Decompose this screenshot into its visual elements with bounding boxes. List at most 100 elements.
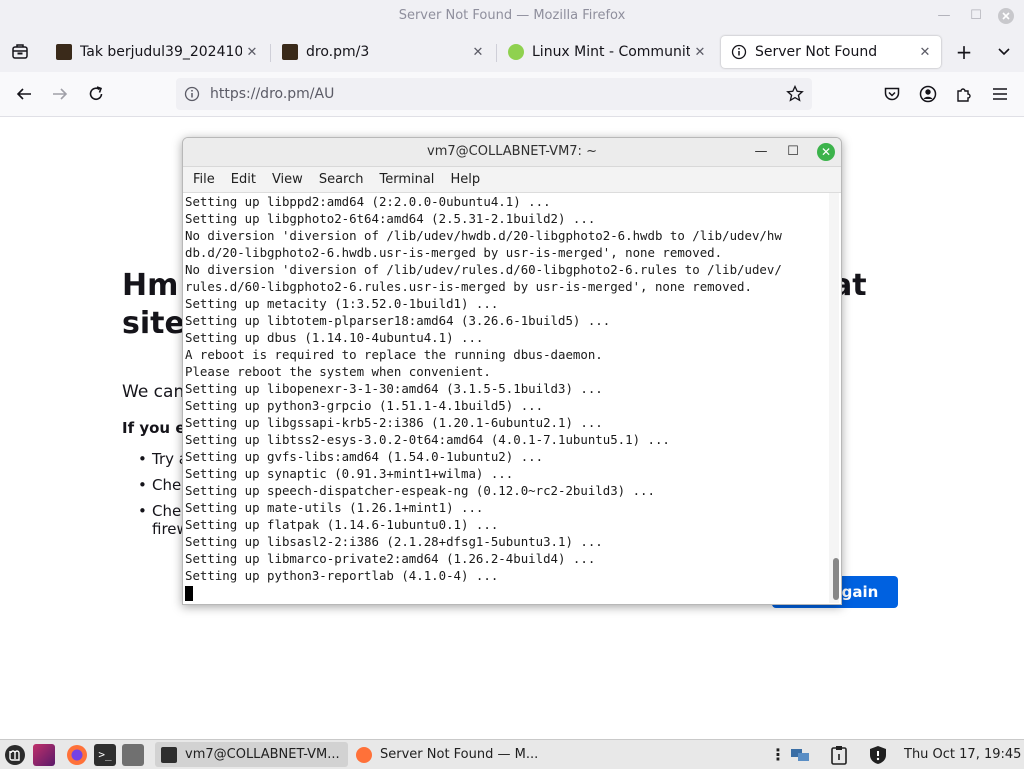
image-file-icon [282, 44, 298, 60]
terminal-line: Setting up libtss2-esys-3.0.2-0t64:amd64… [185, 432, 670, 447]
tab-linux-mint-community[interactable]: Linux Mint - Community ✕ [498, 36, 716, 68]
firefox-view-icon[interactable] [8, 40, 32, 64]
menu-view[interactable]: View [264, 172, 311, 187]
maximize-button[interactable]: ☐ [964, 0, 988, 32]
error-title-fragment: Hm [122, 268, 179, 303]
window-titlebar: Server Not Found — Mozilla Firefox — ☐ [0, 0, 1024, 32]
terminal-prompt-line[interactable] [185, 584, 825, 601]
back-icon[interactable] [12, 82, 36, 106]
error-description: We can [122, 382, 185, 402]
tab-tak-berjudul[interactable]: Tak berjudul39_2024101 ✕ [46, 36, 268, 68]
error-suggestions: Try a Chec Chec firew [122, 450, 189, 546]
linux-mint-icon [508, 44, 524, 60]
terminal-line: Setting up libppd2:amd64 (2:2.0.0-0ubunt… [185, 194, 551, 209]
menu-terminal[interactable]: Terminal [371, 172, 442, 187]
close-tab-icon[interactable]: ✕ [468, 45, 488, 60]
tab-label: Server Not Found [755, 44, 878, 60]
mint-menu-icon[interactable] [4, 742, 26, 767]
tab-label: Linux Mint - Community [532, 44, 690, 60]
close-tab-icon[interactable]: ✕ [915, 45, 935, 60]
files-launcher-icon[interactable] [122, 742, 144, 767]
reload-icon[interactable] [84, 82, 108, 106]
account-icon[interactable] [916, 82, 940, 106]
tab-label: dro.pm/3 [306, 44, 370, 60]
tab-dro-pm-3[interactable]: dro.pm/3 ✕ [272, 36, 494, 68]
info-icon[interactable] [184, 86, 200, 102]
close-window-button[interactable] [994, 0, 1018, 32]
terminal-line: Setting up libopenexr-3-1-30:amd64 (3.1.… [185, 381, 603, 396]
clipboard-icon[interactable] [830, 742, 848, 767]
terminal-line: Setting up python3-grpcio (1.51.1-4.1bui… [185, 398, 544, 413]
hamburger-menu-icon[interactable] [988, 82, 1012, 106]
terminal-line: Setting up python3-reportlab (4.1.0-4) .… [185, 568, 499, 583]
error-title-fragment: site [122, 306, 185, 341]
terminal-scrollbar[interactable] [829, 193, 839, 603]
terminal-line: Setting up synaptic (0.91.3+mint1+wilma)… [185, 466, 514, 481]
tab-separator [496, 44, 497, 62]
network-icon[interactable] [790, 742, 810, 767]
terminal-line: Setting up libgssapi-krb5-2:i386 (1.20.1… [185, 415, 603, 430]
minimize-button[interactable]: — [932, 0, 956, 32]
address-bar[interactable]: https://dro.pm/AU [176, 78, 812, 110]
terminal-cursor [185, 586, 193, 601]
tab-server-not-found[interactable]: Server Not Found ✕ [721, 36, 941, 68]
terminal-line: Setting up metacity (1:3.52.0-1build1) .… [185, 296, 499, 311]
menu-help[interactable]: Help [442, 172, 488, 187]
list-item: firew [122, 520, 189, 546]
close-tab-icon[interactable]: ✕ [690, 45, 710, 60]
clock[interactable]: Thu Oct 17, 19:45 [904, 742, 1021, 767]
error-hint-heading: If you e [122, 419, 186, 437]
terminal-line: No diversion 'diversion of /lib/udev/rul… [185, 262, 782, 277]
terminal-line: No diversion 'diversion of /lib/udev/hwd… [185, 228, 782, 243]
list-item: Chec [122, 476, 189, 502]
menu-file[interactable]: File [185, 172, 223, 187]
shield-icon[interactable] [868, 742, 888, 767]
terminal-line: rules.d/60-libgphoto2-6.rules.usr-is-mer… [185, 279, 752, 294]
task-terminal[interactable]: vm7@COLLABNET-VM... [155, 742, 348, 767]
terminal-line: Setting up dbus (1.14.10-4ubuntu4.1) ... [185, 330, 484, 345]
task-firefox[interactable]: Server Not Found — M... [350, 742, 546, 767]
terminal-line: Setting up libgphoto2-6t64:amd64 (2.5.31… [185, 211, 596, 226]
terminal-line: A reboot is required to replace the runn… [185, 347, 603, 362]
terminal-line: Setting up libsasl2-2:i386 (2.1.28+dfsg1… [185, 534, 603, 549]
terminal-line: Setting up speech-dispatcher-espeak-ng (… [185, 483, 655, 498]
task-label: Server Not Found — M... [380, 747, 539, 762]
show-desktop-icon[interactable] [33, 742, 55, 767]
terminal-menubar: File Edit View Search Terminal Help [183, 167, 841, 193]
terminal-minimize-icon[interactable]: — [751, 142, 771, 162]
taskbar: >_ vm7@COLLABNET-VM... Server Not Found … [0, 739, 1024, 769]
terminal-window[interactable]: vm7@COLLABNET-VM7: ~ — ☐ ✕ File Edit Vie… [182, 137, 842, 605]
bookmark-star-icon[interactable] [786, 84, 804, 107]
terminal-line: Setting up libmarco-private2:amd64 (1.26… [185, 551, 596, 566]
tab-label: Tak berjudul39_2024101 [80, 44, 242, 60]
task-label: vm7@COLLABNET-VM... [185, 747, 340, 762]
terminal-scrollbar-thumb[interactable] [833, 558, 839, 600]
new-tab-icon[interactable]: + [952, 40, 976, 64]
terminal-line: Setting up mate-utils (1.26.1+mint1) ... [185, 500, 484, 515]
terminal-line: db.d/20-libgphoto2-6.hwdb.usr-is-merged … [185, 245, 723, 260]
terminal-titlebar[interactable]: vm7@COLLABNET-VM7: ~ — ☐ ✕ [183, 138, 841, 167]
list-item: Try a [122, 450, 189, 476]
forward-icon[interactable] [48, 82, 72, 106]
window-title: Server Not Found — Mozilla Firefox [398, 8, 626, 23]
pocket-icon[interactable] [880, 82, 904, 106]
terminal-line: Please reboot the system when convenient… [185, 364, 491, 379]
list-all-tabs-icon[interactable] [992, 40, 1016, 64]
terminal-close-icon[interactable]: ✕ [817, 143, 835, 161]
applet-menu-icon[interactable]: ⋮ [770, 742, 786, 767]
terminal-line: Setting up gvfs-libs:amd64 (1.54.0-1ubun… [185, 449, 544, 464]
terminal-output[interactable]: Setting up libppd2:amd64 (2:2.0.0-0ubunt… [185, 193, 825, 603]
navigation-toolbar: https://dro.pm/AU [0, 72, 1024, 117]
menu-edit[interactable]: Edit [223, 172, 264, 187]
terminal-launcher-icon[interactable]: >_ [94, 742, 116, 767]
close-tab-icon[interactable]: ✕ [242, 45, 262, 60]
extensions-icon[interactable] [952, 82, 976, 106]
terminal-title: vm7@COLLABNET-VM7: ~ [427, 144, 597, 159]
try-again-label: gain [841, 583, 879, 601]
firefox-launcher-icon[interactable] [66, 742, 88, 767]
terminal-line: Setting up flatpak (1.14.6-1ubuntu0.1) .… [185, 517, 499, 532]
firefox-icon [356, 746, 372, 763]
url-text[interactable]: https://dro.pm/AU [210, 86, 334, 102]
terminal-maximize-icon[interactable]: ☐ [783, 142, 803, 162]
menu-search[interactable]: Search [311, 172, 372, 187]
